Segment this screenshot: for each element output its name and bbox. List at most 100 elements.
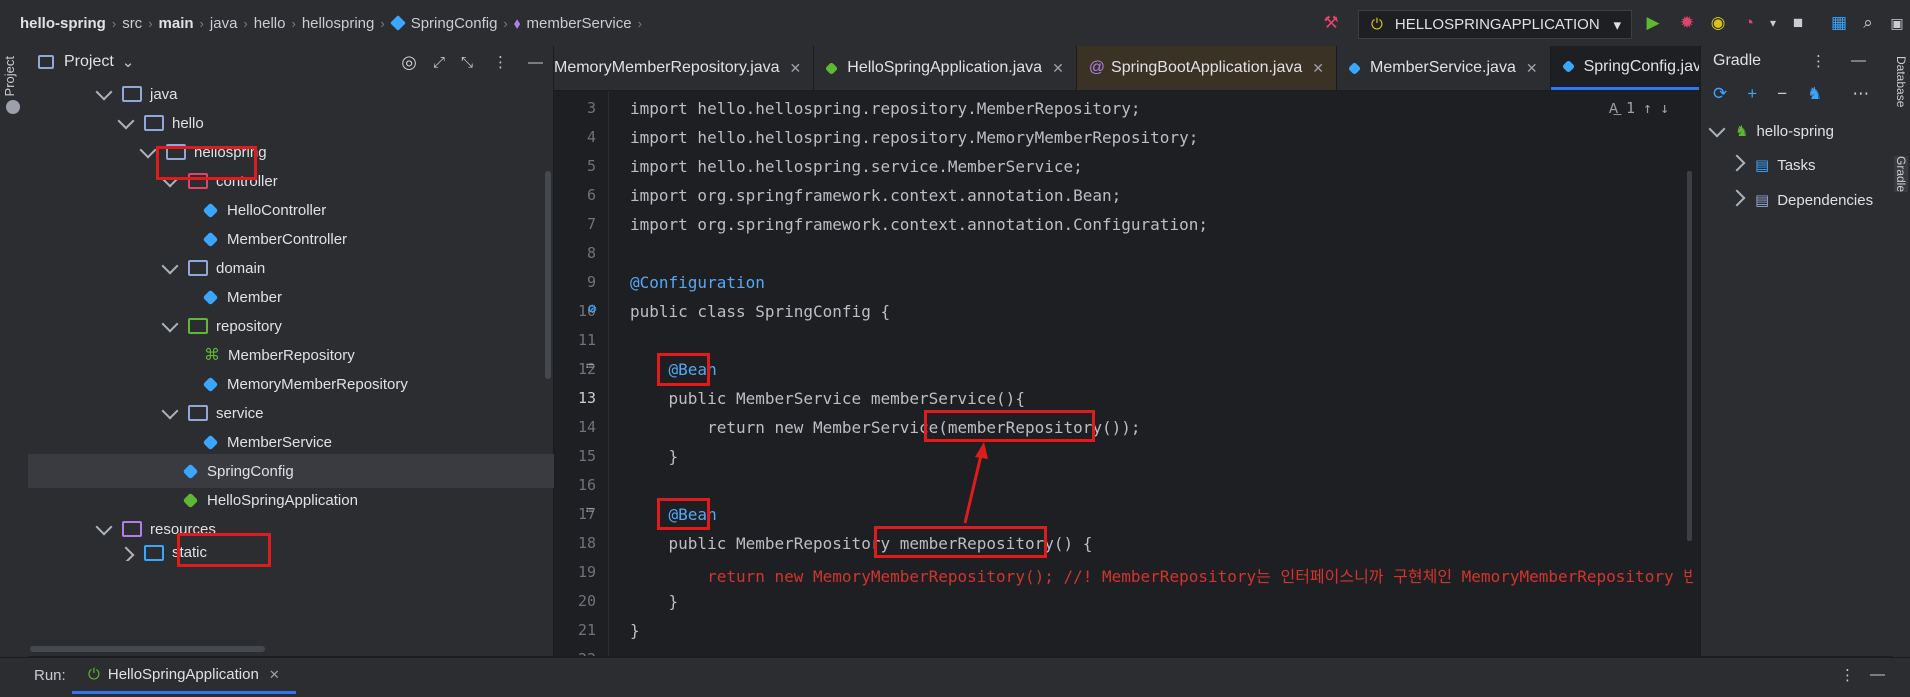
tab-spring-boot-application[interactable]: @ SpringBootApplication.java ✕ [1076, 46, 1338, 90]
tab-memory-member-repository[interactable]: MemoryMemberRepository.java ✕ [554, 46, 815, 90]
reload-icon[interactable]: ⟳ [1713, 84, 1727, 104]
options-icon[interactable]: ⋮ [493, 53, 508, 71]
database-tool-tab[interactable]: Database [1894, 56, 1908, 107]
gradle-panel-title: Gradle [1713, 52, 1762, 69]
breadcrumb-item[interactable]: java [210, 15, 238, 32]
tree-item-label: MemoryMemberRepository [227, 375, 408, 393]
run-tool-bar: Run: ⏻ HelloSpringApplication ✕ ⋮ — [0, 657, 1910, 697]
breadcrumb-item[interactable]: memberService [527, 15, 632, 32]
vertical-scrollbar[interactable] [545, 171, 551, 379]
chevron-down-icon[interactable]: ⌄ [122, 53, 135, 71]
search-icon[interactable]: ⌕ [1857, 12, 1879, 34]
tree-item-label: hello-spring [1756, 122, 1834, 140]
tab-hello-spring-application[interactable]: HelloSpringApplication.java ✕ [814, 46, 1077, 90]
elephant-icon[interactable]: ♞ [1807, 84, 1822, 104]
debug-icon[interactable]: ✹ [1676, 12, 1698, 34]
tree-item-label: java [150, 85, 178, 103]
chevron-down-icon[interactable] [161, 315, 179, 332]
method-icon: ⬧ [513, 14, 521, 32]
right-tool-strip: Database Gradle [1893, 46, 1910, 696]
class-icon [1561, 59, 1575, 74]
tab-label: SpringConfig.java [1583, 57, 1699, 75]
run-tab[interactable]: ⏻ HelloSpringApplication ✕ [72, 658, 296, 694]
project-panel-title[interactable]: Project [64, 53, 114, 71]
highlight-box [156, 146, 257, 180]
tab-spring-config[interactable]: SpringConfig.java✕ [1550, 46, 1699, 90]
code-editor[interactable]: A͟ 1 ↑ ↓ 3 4 5 6 7 8 9 10 11 12 13 14 15 16… [554, 91, 1693, 656]
project-tool-tab[interactable]: Project [2, 56, 26, 96]
close-icon[interactable]: ✕ [1312, 60, 1324, 77]
breadcrumb-item[interactable]: hellospring [302, 15, 375, 32]
project-structure-icon[interactable]: ▦ [1828, 12, 1850, 34]
remove-icon[interactable]: − [1777, 84, 1787, 104]
power-icon: ⏻ [1371, 16, 1383, 33]
run-icon[interactable]: ▶ [1642, 12, 1664, 34]
hide-icon[interactable]: — [1870, 666, 1885, 683]
terminal-icon[interactable]: ▣ [1886, 12, 1908, 34]
breadcrumb-item[interactable]: main [159, 15, 194, 32]
tree-item-label: domain [216, 259, 266, 277]
chevron-down-icon[interactable] [161, 402, 179, 419]
folder-icon [144, 545, 164, 561]
hide-icon[interactable]: — [1851, 52, 1866, 69]
tree-item-label: Dependencies [1777, 191, 1874, 209]
chevron-down-icon[interactable] [1708, 120, 1726, 137]
tree-item-label: repository [216, 317, 282, 335]
breadcrumb-item[interactable]: hello-spring [20, 15, 106, 32]
add-icon[interactable]: + [1747, 84, 1757, 104]
breadcrumb-item[interactable]: hello [254, 15, 286, 32]
folder-icon [144, 115, 164, 131]
chevron-down-icon[interactable] [95, 518, 113, 535]
breadcrumb-item[interactable]: src [122, 15, 142, 32]
coverage-icon[interactable]: ◉ [1707, 12, 1729, 34]
tab-member-service[interactable]: MemberService.java ✕ [1337, 46, 1551, 90]
build-hammer-icon[interactable]: ⚒ [1320, 12, 1342, 34]
chevron-right-icon[interactable] [1728, 189, 1746, 206]
breadcrumb-item[interactable]: SpringConfig [411, 15, 498, 32]
class-icon [202, 434, 219, 450]
close-icon[interactable]: ✕ [1052, 60, 1064, 77]
locate-icon[interactable]: ◎ [401, 52, 417, 73]
close-icon[interactable]: ✕ [1526, 60, 1538, 77]
gradle-panel: Gradle ⋮ — ⟳ + − ♞ ⋯ ♞ hello-spring ▤ Ta… [1700, 46, 1894, 656]
class-icon [389, 15, 406, 31]
gradle-tool-tab[interactable]: Gradle [1894, 156, 1908, 193]
tree-item-label: HelloController [227, 201, 327, 219]
chevron-down-icon[interactable] [161, 257, 179, 274]
stop-icon[interactable]: ■ [1787, 12, 1809, 34]
tree-item-label: hello [172, 114, 204, 132]
resources-folder-icon [122, 521, 142, 537]
class-icon [202, 376, 219, 392]
horizontal-scrollbar[interactable] [30, 646, 265, 652]
tab-label: MemoryMemberRepository.java [554, 59, 780, 76]
more-run-icon[interactable]: ▾ [1762, 12, 1784, 34]
more-icon[interactable]: ⋯ [1852, 84, 1869, 104]
tree-item-label: SpringConfig [207, 462, 294, 480]
close-icon[interactable]: ✕ [269, 667, 280, 683]
profile-icon[interactable]: ◔ [1738, 12, 1760, 34]
close-icon[interactable]: ✕ [790, 60, 802, 77]
collapse-icon[interactable]: ⤡ [461, 54, 473, 71]
spring-app-class-icon [182, 492, 199, 508]
gradle-tree-item[interactable]: ▤ Dependencies [1728, 189, 1874, 209]
options-icon[interactable]: ⋮ [1811, 52, 1826, 70]
run-config-dropdown[interactable]: ⏻ HELLOSPRINGAPPLICATION ▾ [1358, 10, 1632, 39]
chevron-right-icon[interactable] [1728, 154, 1746, 171]
chevron-down-icon[interactable] [139, 141, 157, 158]
service-folder-icon [188, 405, 208, 421]
gradle-tree-item[interactable]: ▤ Tasks [1728, 154, 1816, 174]
gradle-tree-item[interactable]: ♞ hello-spring [1708, 120, 1834, 140]
chevron-down-icon[interactable] [95, 83, 113, 100]
repository-folder-icon [188, 318, 208, 334]
expand-icon[interactable]: ⤢ [433, 54, 445, 71]
folder-icon [188, 260, 208, 276]
chevron-down-icon[interactable] [117, 112, 135, 129]
tree-item[interactable]: static [28, 541, 645, 561]
options-icon[interactable]: ⋮ [1840, 666, 1855, 684]
chevron-right-icon[interactable] [117, 546, 135, 561]
tab-label: HelloSpringApplication.java [847, 59, 1043, 76]
hide-icon[interactable]: — [528, 54, 543, 71]
spring-app-class-icon [825, 61, 839, 75]
folder-icon [122, 86, 142, 102]
class-icon [202, 231, 219, 247]
